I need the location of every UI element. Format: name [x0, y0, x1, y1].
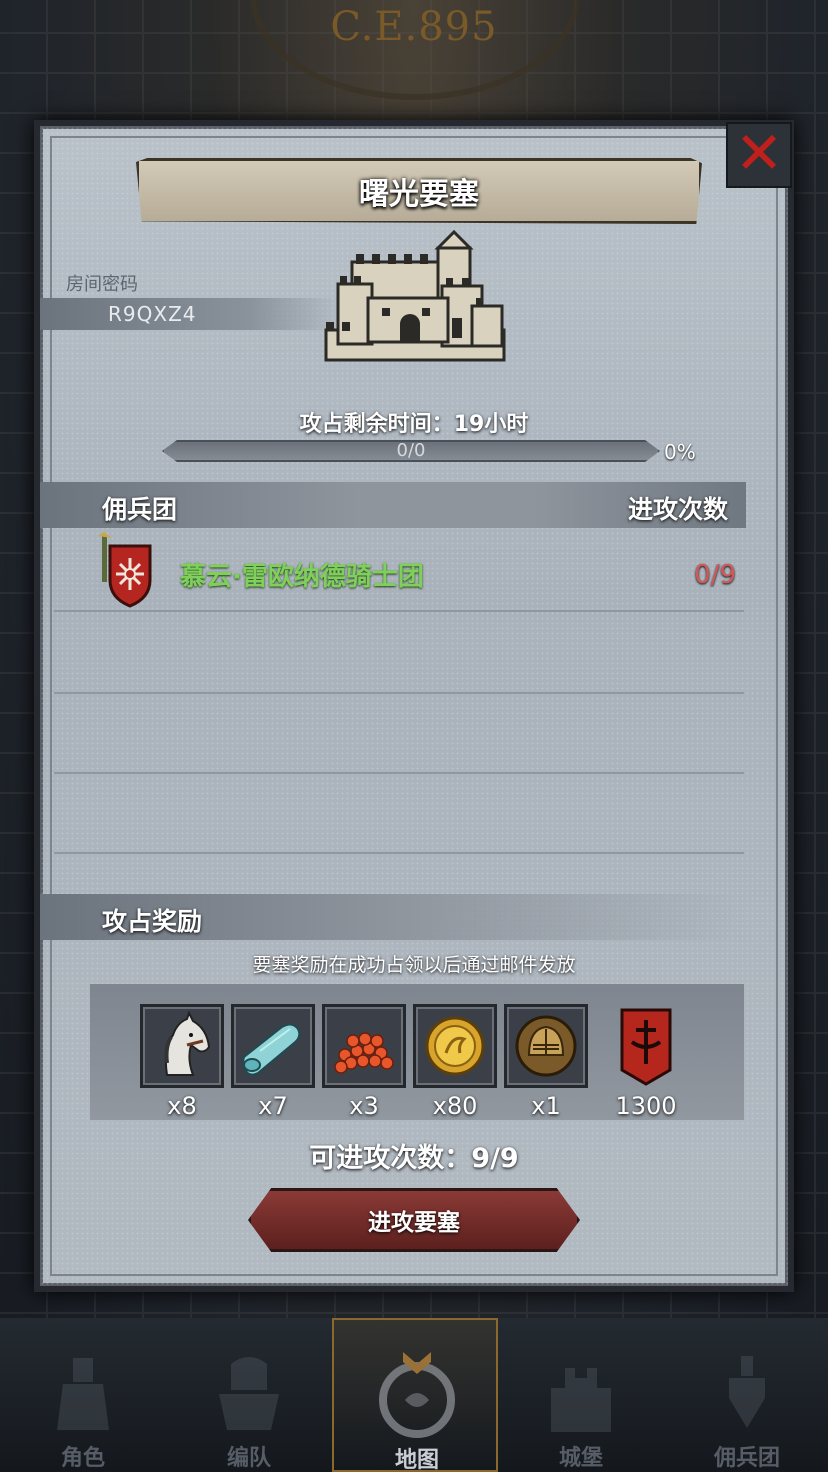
nav-item-mercenary[interactable]: 佣兵团: [664, 1318, 828, 1472]
cloth-roll-icon: [242, 1023, 301, 1076]
reward-note: 要塞奖励在成功占领以后通过邮件发放: [252, 954, 576, 976]
reward-item-guild-banner[interactable]: 1300: [604, 1004, 688, 1120]
empty-row-divider: [54, 772, 744, 774]
reward-qty: x1: [531, 1092, 561, 1120]
empty-row-divider: [54, 692, 744, 694]
capture-time-remaining: 攻占剩余时间：19小时: [299, 412, 529, 437]
reward-item-helmet[interactable]: x1: [504, 1004, 588, 1120]
close-icon: ✕: [734, 119, 784, 187]
reward-qty: x80: [432, 1092, 478, 1120]
nav-item-formation[interactable]: 编队: [166, 1318, 332, 1472]
formation-icon: [219, 1357, 279, 1430]
map-icon: [379, 1352, 455, 1438]
castle-icon: [324, 229, 506, 362]
reward-qty: x8: [167, 1092, 197, 1120]
available-attacks: 可进攻次数：9/9: [309, 1143, 519, 1174]
mercenary-name: 慕云·雷欧纳德骑士团: [180, 562, 424, 592]
capture-progress-percent: 0%: [664, 440, 696, 464]
nav-item-map[interactable]: 地图: [332, 1318, 498, 1472]
reward-qty: 1300: [615, 1092, 677, 1120]
era-label: C.E.895: [330, 4, 498, 50]
title-banner: 曙光要塞: [136, 158, 702, 224]
knight-helmet-icon: [515, 1015, 577, 1077]
dialog-title: 曙光要塞: [359, 177, 479, 212]
reward-section-header: 攻占奖励: [102, 907, 203, 936]
beans-icon: [334, 1032, 394, 1074]
reward-qty: x3: [349, 1092, 379, 1120]
empty-row-divider: [54, 852, 744, 854]
gold-coin-icon: [425, 1016, 485, 1076]
attack-count-column-header: 进攻次数: [628, 495, 729, 524]
reward-item-horse[interactable]: x8: [140, 1004, 224, 1120]
reward-item-cloth[interactable]: x7: [231, 1004, 315, 1120]
room-code-label: 房间密码: [66, 274, 138, 295]
shield-emblem-icon: [98, 532, 152, 608]
close-button[interactable]: ✕: [726, 122, 792, 188]
capture-progress-text: 0/0: [396, 440, 426, 461]
reward-item-beans[interactable]: x3: [322, 1004, 406, 1120]
nav-item-castle[interactable]: 城堡: [498, 1318, 664, 1472]
mercenary-row[interactable]: 慕云·雷欧纳德骑士团 0/9: [54, 532, 744, 612]
reward-qty: x7: [258, 1092, 288, 1120]
guild-banner-icon: [620, 1008, 672, 1086]
mercenary-column-header: 佣兵团: [102, 495, 178, 524]
mercenary-attack-count: 0/9: [694, 560, 736, 590]
attack-fortress-button[interactable]: 进攻要塞: [248, 1188, 580, 1252]
character-icon: [57, 1358, 109, 1430]
attack-fortress-button-label: 进攻要塞: [368, 1210, 460, 1236]
room-code-value[interactable]: R9QXZ4: [108, 302, 197, 326]
castle-nav-icon: [551, 1368, 611, 1432]
nav-item-character[interactable]: 角色: [0, 1318, 166, 1472]
mercenary-icon: [729, 1356, 765, 1428]
reward-item-gold[interactable]: x80: [413, 1004, 497, 1120]
horse-icon: [164, 1011, 211, 1076]
